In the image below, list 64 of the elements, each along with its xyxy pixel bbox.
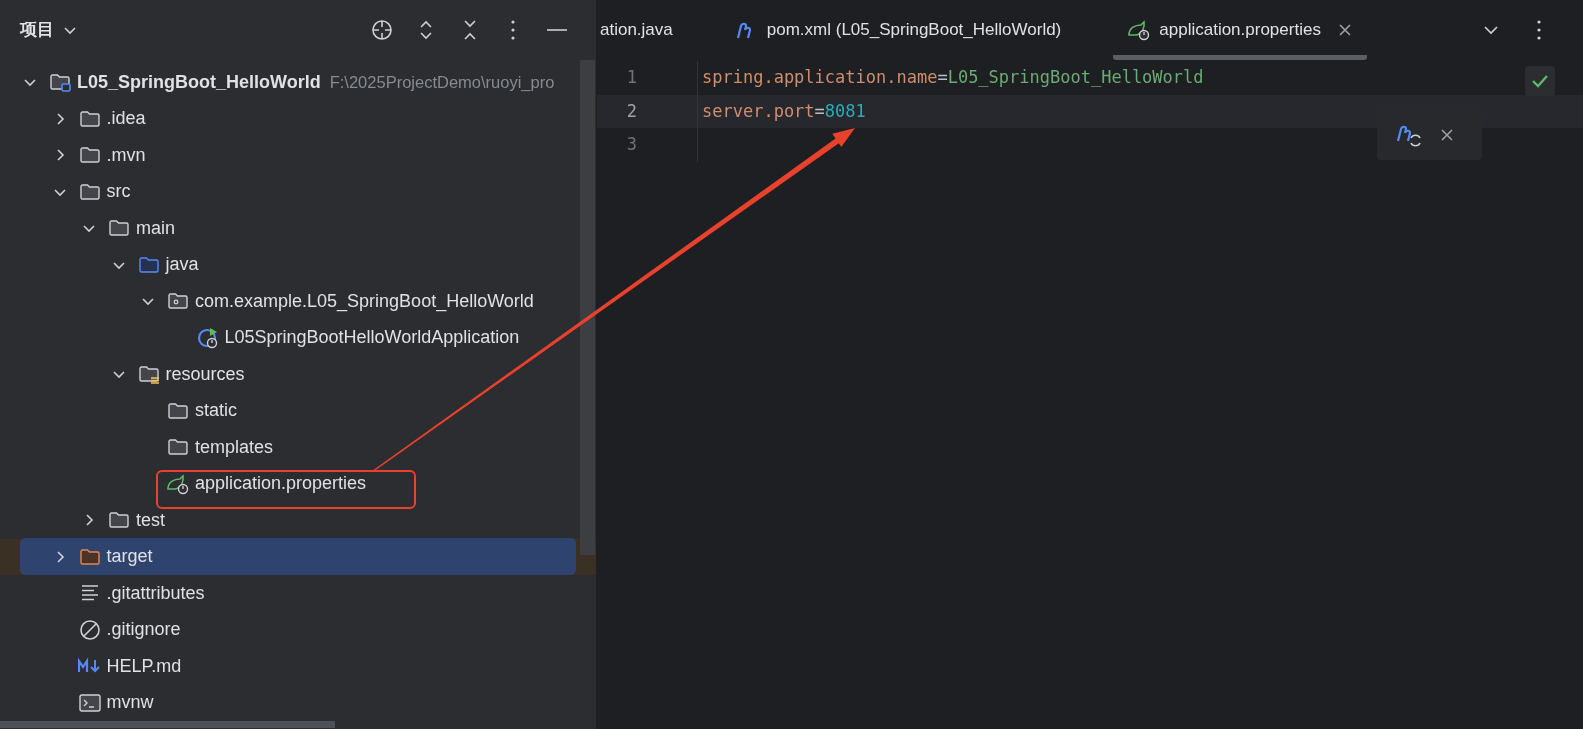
tree-row[interactable]: mvnw: [20, 684, 576, 722]
tree-row[interactable]: .gitignore: [20, 611, 576, 649]
tree-row[interactable]: src: [20, 173, 576, 211]
more-icon: [511, 20, 515, 40]
more-icon: [1537, 20, 1541, 40]
property-value: 8081: [824, 99, 866, 123]
line-number: 1: [625, 66, 638, 89]
editor-tab[interactable]: ation.java: [597, 0, 687, 60]
tree-row[interactable]: application.properties: [20, 465, 576, 503]
file-name: java: [165, 253, 199, 277]
tree-row[interactable]: L05_SpringBoot_HelloWorld F:\2025ProjectDemo\ruoyi_pro: [20, 63, 576, 101]
minimize-icon: [547, 29, 567, 31]
file-name: main: [136, 216, 175, 240]
spring-class-icon: [195, 325, 220, 350]
project-name: L05_SpringBoot_HelloWorld: [77, 70, 321, 94]
tree-row[interactable]: .idea: [20, 100, 576, 138]
file-name: .gitignore: [106, 618, 181, 642]
property-key: server.port: [702, 98, 815, 124]
vertical-scrollbar[interactable]: [580, 60, 595, 555]
project-path: F:\2025ProjectDemo\ruoyi_pro: [329, 71, 555, 93]
tree-row[interactable]: com.example.L05_SpringBoot_HelloWorld: [20, 282, 576, 320]
tree-row[interactable]: java: [20, 246, 576, 284]
editor-tab[interactable]: pom.xml (L05_SpringBoot_HelloWorld): [720, 0, 1076, 60]
tree-row[interactable]: .mvn: [20, 136, 576, 174]
panel-title: 项目: [20, 19, 54, 42]
tree-row[interactable]: HELP.md: [20, 647, 576, 685]
equals-sign: =: [814, 99, 825, 123]
tree-row[interactable]: templates: [20, 428, 576, 466]
close-icon: [1439, 127, 1455, 143]
close-icon[interactable]: [1336, 22, 1353, 38]
tree-row[interactable]: L05SpringBootHelloWorldApplication: [20, 319, 576, 357]
file-name: resources: [165, 362, 245, 386]
file-name: com.example.L05_SpringBoot_HelloWorld: [195, 289, 534, 314]
spring-leaf-icon: [166, 471, 190, 496]
file-name: src: [106, 180, 131, 204]
spring-leaf-icon: [1127, 18, 1152, 42]
file-name: application.properties: [195, 472, 367, 496]
tree-row[interactable]: resources: [20, 355, 576, 393]
file-name: .idea: [106, 107, 146, 131]
file-name: L05SpringBootHelloWorldApplication: [224, 326, 520, 350]
file-name: templates: [195, 435, 274, 459]
file-name: test: [136, 508, 165, 532]
crosshair-icon: [370, 18, 394, 42]
line-number: 2: [625, 99, 638, 123]
tree-row[interactable]: .gitattributes: [20, 574, 576, 612]
equals-sign: =: [937, 66, 948, 89]
editor-tab[interactable]: application.properties: [1113, 0, 1367, 60]
file-name: target: [106, 545, 153, 569]
tree-row[interactable]: test: [20, 501, 576, 539]
file-name: .gitattributes: [106, 581, 205, 605]
file-name: static: [195, 399, 237, 423]
property-value: L05_SpringBoot_HelloWorld: [947, 66, 1204, 89]
file-name: .mvn: [106, 143, 146, 167]
file-name: HELP.md: [106, 654, 182, 678]
line-number: 3: [625, 133, 638, 156]
ignore-icon: [77, 617, 102, 642]
close-button[interactable]: [1439, 127, 1455, 143]
property-key: spring.application.name: [702, 65, 938, 91]
tree-row[interactable]: target: [20, 538, 576, 576]
inspection-status[interactable]: [1525, 66, 1555, 96]
tree-row[interactable]: main: [20, 209, 576, 247]
horizontal-scrollbar[interactable]: [0, 721, 335, 728]
tree-row[interactable]: static: [20, 392, 576, 430]
file-name: mvnw: [106, 691, 154, 715]
